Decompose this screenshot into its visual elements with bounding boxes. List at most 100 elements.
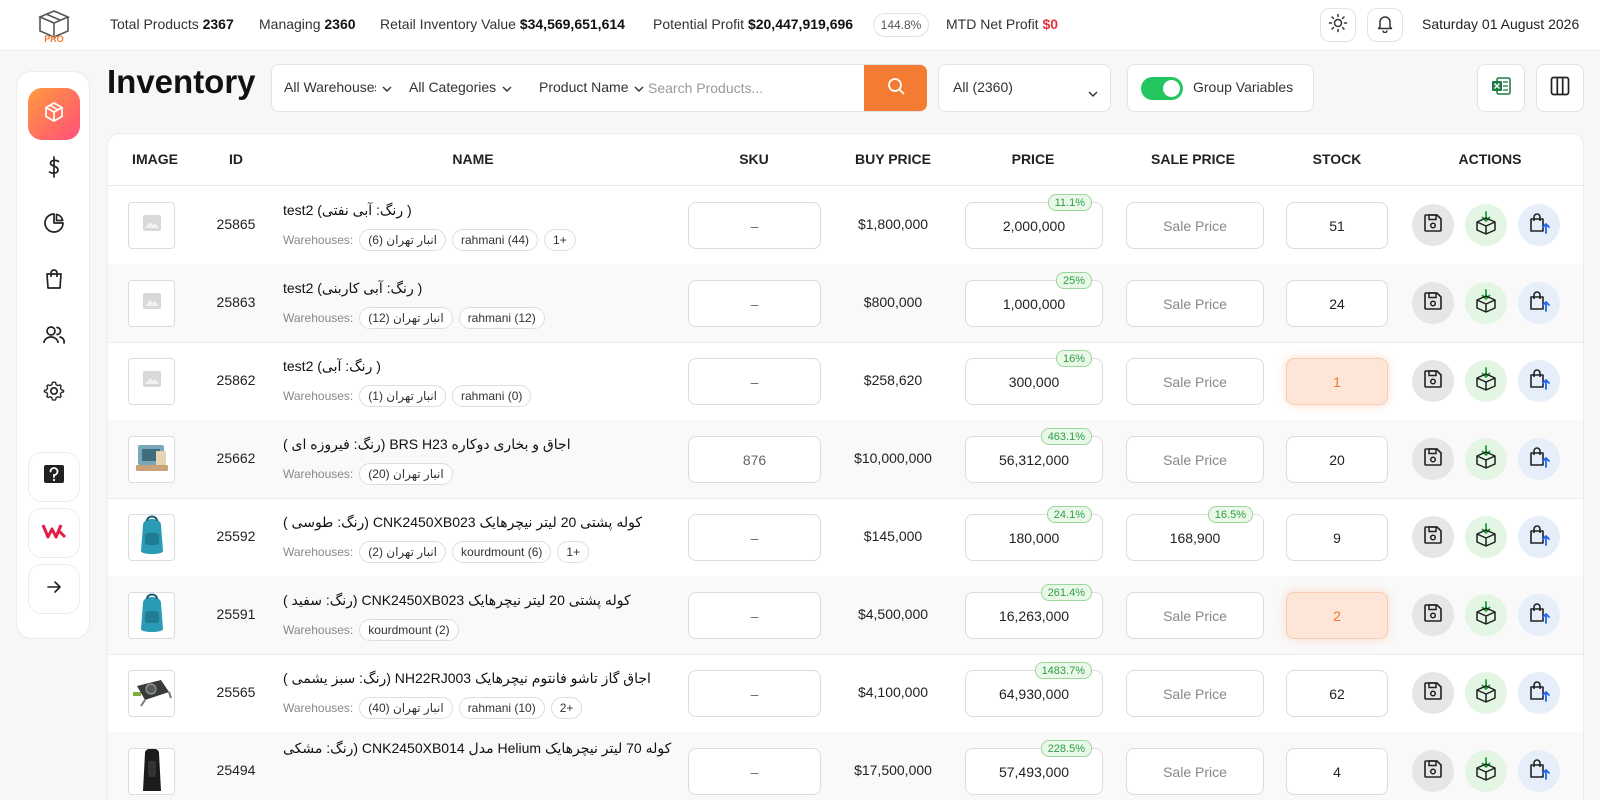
stock-field[interactable]: 51 [1286, 202, 1388, 249]
sell-stock-button[interactable] [1518, 750, 1560, 792]
price-field[interactable]: 16% 300,000 [965, 350, 1103, 405]
table-row[interactable]: 25592 کوله پشتی 20 لیتر نیچرهایک CNK2450X… [108, 498, 1583, 577]
save-button[interactable] [1412, 438, 1454, 480]
warehouse-select[interactable]: All Warehouses [284, 79, 392, 95]
receive-stock-button[interactable] [1465, 360, 1507, 402]
save-button[interactable] [1412, 282, 1454, 324]
sidebar-item-settings[interactable] [28, 367, 80, 419]
save-button[interactable] [1412, 750, 1454, 792]
column-header-price[interactable]: PRICE [1012, 151, 1055, 167]
column-header-sale-price[interactable]: SALE PRICE [1151, 151, 1235, 167]
product-thumbnail[interactable] [128, 202, 175, 249]
help-button[interactable] [28, 452, 80, 502]
product-name[interactable]: test2 (رنگ: آبی ) [283, 358, 381, 375]
sidebar-item-finance[interactable] [28, 143, 80, 195]
sell-stock-button[interactable] [1518, 672, 1560, 714]
warehouse-chip[interactable]: kourdmount (2) [359, 619, 459, 641]
product-thumbnail[interactable] [128, 280, 175, 327]
group-variables-toggle[interactable] [1141, 77, 1183, 100]
price-field[interactable]: 24.1% 180,000 [965, 506, 1103, 561]
price-field[interactable]: 261.4% 16,263,000 [965, 584, 1103, 639]
product-thumbnail[interactable] [128, 748, 175, 795]
product-thumbnail[interactable] [128, 592, 175, 639]
product-thumbnail[interactable] [128, 358, 175, 405]
product-name[interactable]: اجاق گاز تاشو فانتوم نیچرهایک NH22RJ003 … [283, 670, 651, 687]
receive-stock-button[interactable] [1465, 750, 1507, 792]
product-thumbnail[interactable] [128, 670, 175, 717]
receive-stock-button[interactable] [1465, 204, 1507, 246]
product-name[interactable]: test2 (رنگ: آبی کاربنی ) [283, 280, 422, 297]
table-row[interactable]: 25862 test2 (رنگ: آبی ) Warehouses: انبار ت… [108, 342, 1583, 421]
warehouse-chip[interactable]: انبار تهران (6) [359, 229, 447, 251]
warehouse-chip[interactable]: rahmani (44) [452, 229, 539, 251]
column-header-name[interactable]: NAME [452, 151, 493, 167]
warehouse-chip[interactable]: 1+ [557, 541, 590, 563]
product-thumbnail[interactable] [128, 436, 175, 483]
stock-field[interactable]: 9 [1286, 514, 1388, 561]
categories-select[interactable]: All Categories [409, 79, 512, 95]
sidebar-item-orders[interactable] [28, 255, 80, 307]
expand-sidebar-button[interactable] [28, 564, 80, 614]
column-header-image[interactable]: IMAGE [132, 151, 178, 167]
warehouse-chip[interactable]: انبار تهران (20) [359, 463, 453, 485]
notifications-button[interactable] [1367, 8, 1403, 42]
warehouse-chip[interactable]: انبار تهران (12) [359, 307, 453, 329]
theme-toggle-button[interactable] [1320, 8, 1356, 42]
export-excel-button[interactable] [1477, 64, 1525, 112]
stock-field[interactable]: 4 [1286, 748, 1388, 795]
sell-stock-button[interactable] [1518, 516, 1560, 558]
sell-stock-button[interactable] [1518, 594, 1560, 636]
price-field[interactable]: 1483.7% 64,930,000 [965, 662, 1103, 717]
warehouse-chip[interactable]: rahmani (0) [452, 385, 532, 407]
table-row[interactable]: 25565 اجاق گاز تاشو فانتوم نیچرهایک NH22R… [108, 654, 1583, 733]
warehouse-chip[interactable]: 2+ [550, 697, 583, 719]
sku-field[interactable]: 876 [688, 436, 821, 483]
receive-stock-button[interactable] [1465, 516, 1507, 558]
sell-stock-button[interactable] [1518, 438, 1560, 480]
save-button[interactable] [1412, 594, 1454, 636]
warehouse-chip[interactable]: انبار تهران (1) [359, 385, 447, 407]
table-row[interactable]: 25591 کوله پشتی 20 لیتر نیچرهایک CNK2450X… [108, 576, 1583, 655]
sell-stock-button[interactable] [1518, 360, 1560, 402]
product-name[interactable]: test2 (رنگ: آبی نفتی ) [283, 202, 412, 219]
sku-field[interactable]: – [688, 280, 821, 327]
table-row[interactable]: 25494 کوله 70 لیتر نیچرهایک Helium مدل CN… [108, 732, 1583, 800]
stock-field[interactable]: 1 [1286, 358, 1388, 405]
receive-stock-button[interactable] [1465, 594, 1507, 636]
table-row[interactable]: 25865 test2 (رنگ: آبی نفتی ) Warehouses: ان… [108, 186, 1583, 265]
warehouse-chip[interactable]: rahmani (10) [458, 697, 545, 719]
warehouse-chip[interactable]: انبار تهران (2) [359, 541, 447, 563]
stock-field[interactable]: 2 [1286, 592, 1388, 639]
price-field[interactable]: 463.1% 56,312,000 [965, 428, 1103, 483]
price-field[interactable]: 228.5% 57,493,000 [965, 740, 1103, 795]
column-header-id[interactable]: ID [229, 151, 243, 167]
sale-price-field[interactable]: 16.5% 168,900 [1126, 506, 1264, 561]
product-name[interactable]: کوله پشتی 20 لیتر نیچرهایک CNK2450XB023 … [283, 514, 642, 531]
receive-stock-button[interactable] [1465, 282, 1507, 324]
stock-field[interactable]: 62 [1286, 670, 1388, 717]
columns-button[interactable] [1536, 64, 1584, 112]
sell-stock-button[interactable] [1518, 204, 1560, 246]
sale-price-field[interactable]: Sale Price [1126, 202, 1264, 249]
sale-price-field[interactable]: Sale Price [1126, 748, 1264, 795]
search-field-select[interactable]: Product Name [539, 79, 644, 95]
warehouse-chip[interactable]: kourdmount (6) [452, 541, 552, 563]
receive-stock-button[interactable] [1465, 438, 1507, 480]
product-thumbnail[interactable] [128, 514, 175, 561]
sku-field[interactable]: – [688, 748, 821, 795]
sku-field[interactable]: – [688, 514, 821, 561]
sale-price-field[interactable]: Sale Price [1126, 358, 1264, 405]
warehouse-chip[interactable]: 1+ [544, 229, 576, 251]
sku-field[interactable]: – [688, 358, 821, 405]
receive-stock-button[interactable] [1465, 672, 1507, 714]
product-name[interactable]: کوله پشتی 20 لیتر نیچرهایک CNK2450XB023 … [283, 592, 631, 609]
brand-link-button[interactable] [28, 508, 80, 558]
sale-price-field[interactable]: Sale Price [1126, 436, 1264, 483]
price-field[interactable]: 11.1% 2,000,000 [965, 194, 1103, 249]
stock-field[interactable]: 24 [1286, 280, 1388, 327]
sku-field[interactable]: – [688, 202, 821, 249]
save-button[interactable] [1412, 672, 1454, 714]
column-header-buy-price[interactable]: BUY PRICE [855, 151, 931, 167]
sale-price-field[interactable]: Sale Price [1126, 592, 1264, 639]
sku-field[interactable]: – [688, 592, 821, 639]
